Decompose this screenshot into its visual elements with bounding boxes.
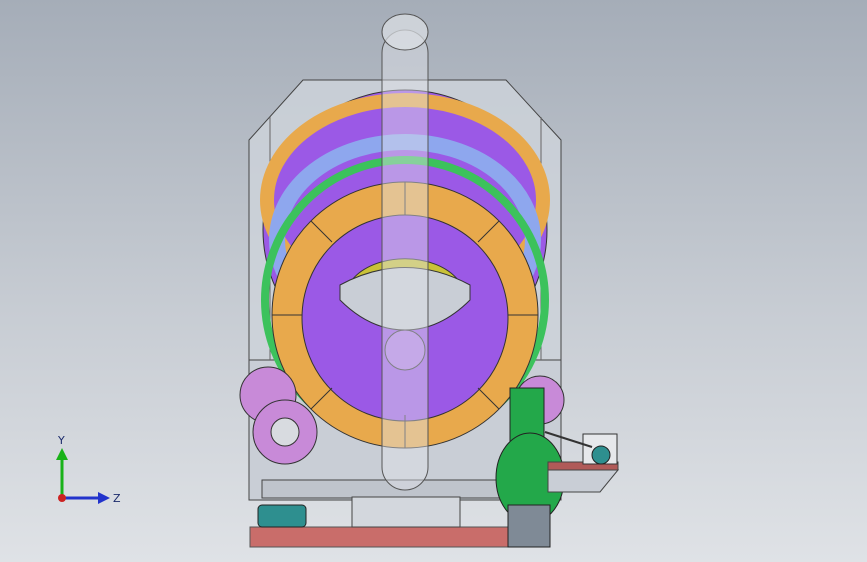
drive-platform	[547, 469, 620, 493]
y-axis-label: Y	[57, 434, 65, 447]
drive-gear	[591, 445, 611, 465]
z-axis-label: Z	[113, 492, 121, 505]
fan-stand	[507, 504, 551, 548]
support-block	[351, 496, 461, 528]
base-plate	[249, 526, 549, 548]
flange-left-hub	[270, 417, 300, 447]
chimney-top	[381, 13, 429, 51]
teal-motor	[257, 504, 307, 528]
exhaust-chimney	[381, 29, 429, 491]
z-axis-arrow	[98, 492, 110, 504]
rotary-dryer-model[interactable]	[0, 0, 867, 562]
cad-viewport[interactable]: Y Z	[0, 0, 867, 562]
axis-triad: Y Z	[56, 434, 121, 505]
y-axis-arrow	[56, 448, 68, 460]
x-axis-dot	[58, 494, 66, 502]
